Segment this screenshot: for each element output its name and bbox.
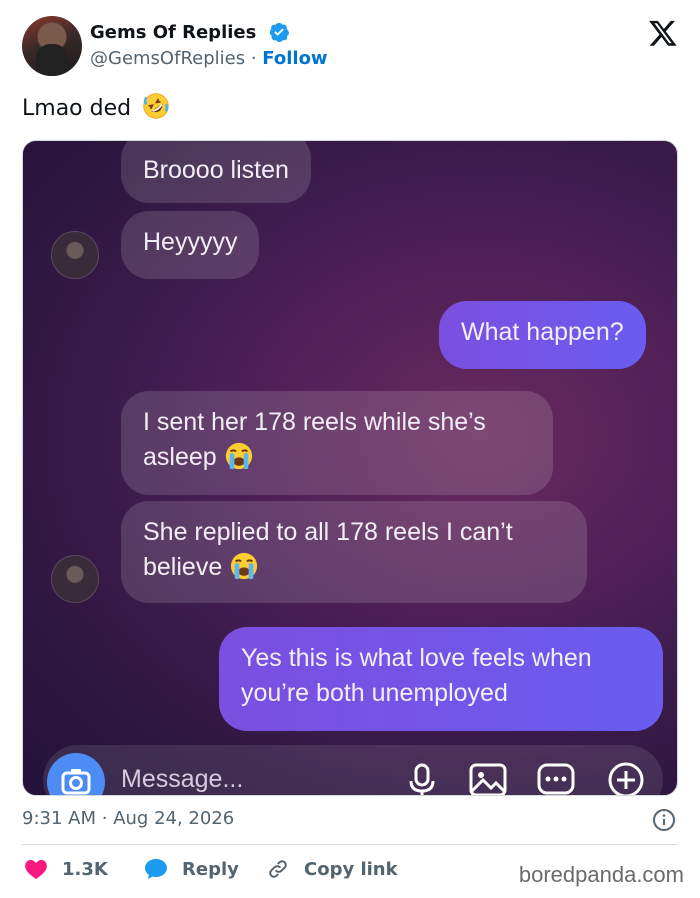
tweet-header: Gems Of Replies @GemsOfReplies · Follow [22,16,682,78]
message-text-line: Yes this is what love feels when [241,644,592,672]
tweet-date: Aug 24, 2026 [113,808,235,829]
like-count: 1.3K [62,859,108,880]
follow-button[interactable]: Follow [262,48,327,69]
tweet-timestamp[interactable]: 9:31 AM · Aug 24, 2026 [22,808,234,829]
reply-label: Reply [182,859,239,880]
reply-button[interactable]: Reply [144,858,239,880]
message-bubble-incoming: She replied to all 178 reels I can’t bel… [121,501,587,603]
message-composer: Message... [43,745,663,795]
message-text-line: I sent her 178 reels while she’s [143,408,486,436]
tweet-body: Lmao ded [22,96,132,121]
info-icon[interactable] [652,808,676,832]
microphone-icon [409,763,435,795]
sticker-chat-icon [537,763,575,795]
verified-badge-icon [269,22,290,43]
author-name[interactable]: Gems Of Replies [90,22,256,43]
x-logo-icon[interactable] [648,18,678,48]
message-bubble-incoming: Heyyyyy [121,211,260,279]
message-text-line: asleep [143,443,217,471]
message-text-line: you’re both unemployed [241,679,508,707]
reply-bubble-icon [145,859,167,879]
camera-button [47,753,105,795]
message-bubble-incoming: Broooo listen [121,141,311,203]
message-text: What happen? [461,318,624,346]
tweet-time: 9:31 AM [22,808,96,829]
contact-avatar [51,231,99,279]
divider [22,844,678,845]
message-text: Broooo listen [143,156,289,184]
like-button[interactable]: 1.3K [24,858,108,880]
author-avatar[interactable] [22,16,82,76]
timestamp-separator: · [101,808,108,829]
copy-link-label: Copy link [304,859,398,880]
rolling-on-floor-laughing-emoji-icon [143,93,169,119]
camera-icon [61,769,91,795]
heart-icon [25,860,47,879]
message-bubble-outgoing: Yes this is what love feels when you’re … [219,627,663,731]
message-text-line: She replied to all 178 reels I can’t [143,518,513,546]
handle-row: @GemsOfReplies · Follow [90,48,328,69]
contact-avatar [51,555,99,603]
message-text-line: believe [143,553,223,581]
message-input: Message... [121,765,244,793]
link-icon [269,860,287,878]
handle-separator: · [250,48,257,69]
tweet-text: Lmao ded [22,92,170,121]
message-text: Heyyyyy [143,228,238,256]
copy-link-button[interactable]: Copy link [266,858,398,880]
message-bubble-incoming: I sent her 178 reels while she’s asleep [121,391,553,495]
watermark: boredpanda.com [518,862,684,887]
message-bubble-outgoing: What happen? [439,301,646,369]
add-circle-icon [608,762,644,795]
gallery-icon [469,763,507,795]
loudly-crying-emoji-icon [231,552,258,580]
author-handle[interactable]: @GemsOfReplies [90,48,245,69]
attached-image[interactable]: Broooo listen Heyyyyy What happen? I sen… [22,140,678,796]
loudly-crying-emoji-icon [225,442,252,470]
